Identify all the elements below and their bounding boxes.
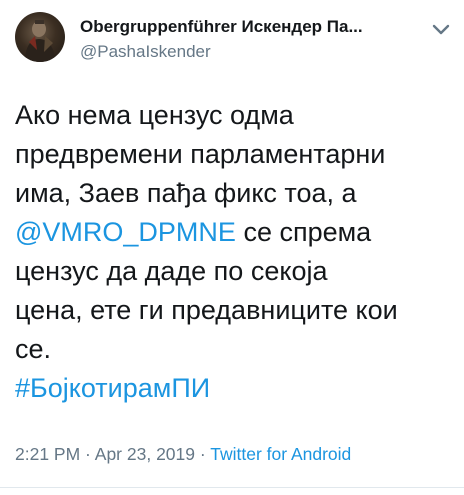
tweet-text-line: предвремени парламентарни bbox=[15, 139, 386, 169]
tweet-text-line: има, Заев пађа фикс тоа, а bbox=[15, 178, 357, 208]
tweet-text-line: цена, ете ги предавниците кои bbox=[15, 295, 398, 325]
divider bbox=[0, 487, 464, 488]
separator-dot: · bbox=[195, 444, 211, 464]
tweet-text-fragment: се спрема bbox=[235, 217, 372, 247]
tweet-header: Obergruppenführer Искендер Па... @PashaI… bbox=[80, 16, 450, 64]
tweet-source-link[interactable]: Twitter for Android bbox=[210, 444, 351, 464]
user-handle[interactable]: @PashaIskender bbox=[80, 40, 450, 64]
tweet-time[interactable]: 2:21 PM bbox=[15, 444, 80, 464]
separator-dot: · bbox=[80, 444, 95, 464]
chevron-down-icon[interactable] bbox=[432, 24, 450, 36]
tweet-text-line: цензус да даде по секоја bbox=[15, 256, 328, 286]
mention-link[interactable]: @VMRO_DPMNE bbox=[15, 217, 236, 247]
tweet-text-line: Ако нема цензус одма bbox=[15, 100, 294, 130]
tweet-text: Ако нема цензус одма предвремени парламе… bbox=[15, 96, 460, 408]
tweet-metadata: 2:21 PM · Apr 23, 2019 · Twitter for And… bbox=[15, 442, 351, 466]
tweet-card: Obergruppenführer Искендер Па... @PashaI… bbox=[0, 0, 464, 495]
tweet-date[interactable]: Apr 23, 2019 bbox=[95, 444, 195, 464]
avatar[interactable] bbox=[15, 12, 65, 62]
hashtag-link[interactable]: #БојкотирамПИ bbox=[15, 369, 460, 408]
avatar-image bbox=[25, 20, 55, 62]
tweet-text-line: @VMRO_DPMNE се спрема bbox=[15, 213, 460, 252]
tweet-text-line: се. bbox=[15, 334, 52, 364]
display-name[interactable]: Obergruppenführer Искендер Па... bbox=[80, 16, 415, 38]
